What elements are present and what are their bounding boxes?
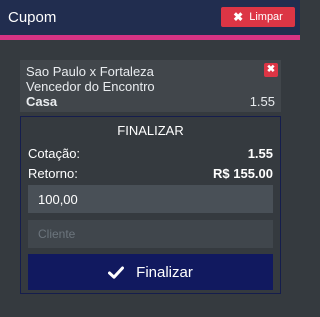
bet-match: Sao Paulo x Fortaleza xyxy=(26,64,154,79)
finalize-title: FINALIZAR xyxy=(117,123,184,138)
close-icon: ✖ xyxy=(266,64,276,75)
coupon-header: Cupom ✖ Limpar xyxy=(0,0,300,35)
close-icon: ✖ xyxy=(233,10,244,24)
bet-market: Vencedor do Encontro xyxy=(26,79,155,94)
finalize-button-label: Finalizar xyxy=(136,263,193,281)
stake-input[interactable] xyxy=(28,185,273,213)
return-value: R$ 155.00 xyxy=(213,166,273,181)
check-icon xyxy=(108,266,125,279)
bet-odd: 1.55 xyxy=(249,94,275,109)
finalize-panel: FINALIZAR Cotação: 1.55 Retorno: R$ 155.… xyxy=(20,116,281,294)
finalize-button[interactable]: Finalizar xyxy=(28,254,273,290)
odds-label: Cotação: xyxy=(28,146,81,161)
coupon-title: Cupom xyxy=(8,9,57,26)
bet-slip-item: Sao Paulo x Fortaleza Vencedor do Encont… xyxy=(20,60,281,112)
clear-button[interactable]: ✖ Limpar xyxy=(221,7,295,27)
clear-button-label: Limpar xyxy=(249,11,283,23)
bet-selection: Casa xyxy=(26,94,58,109)
odds-value: 1.55 xyxy=(247,146,273,161)
return-label: Retorno: xyxy=(28,166,78,181)
accent-divider xyxy=(0,35,300,40)
remove-bet-button[interactable]: ✖ xyxy=(264,63,278,77)
client-input[interactable] xyxy=(28,220,273,248)
